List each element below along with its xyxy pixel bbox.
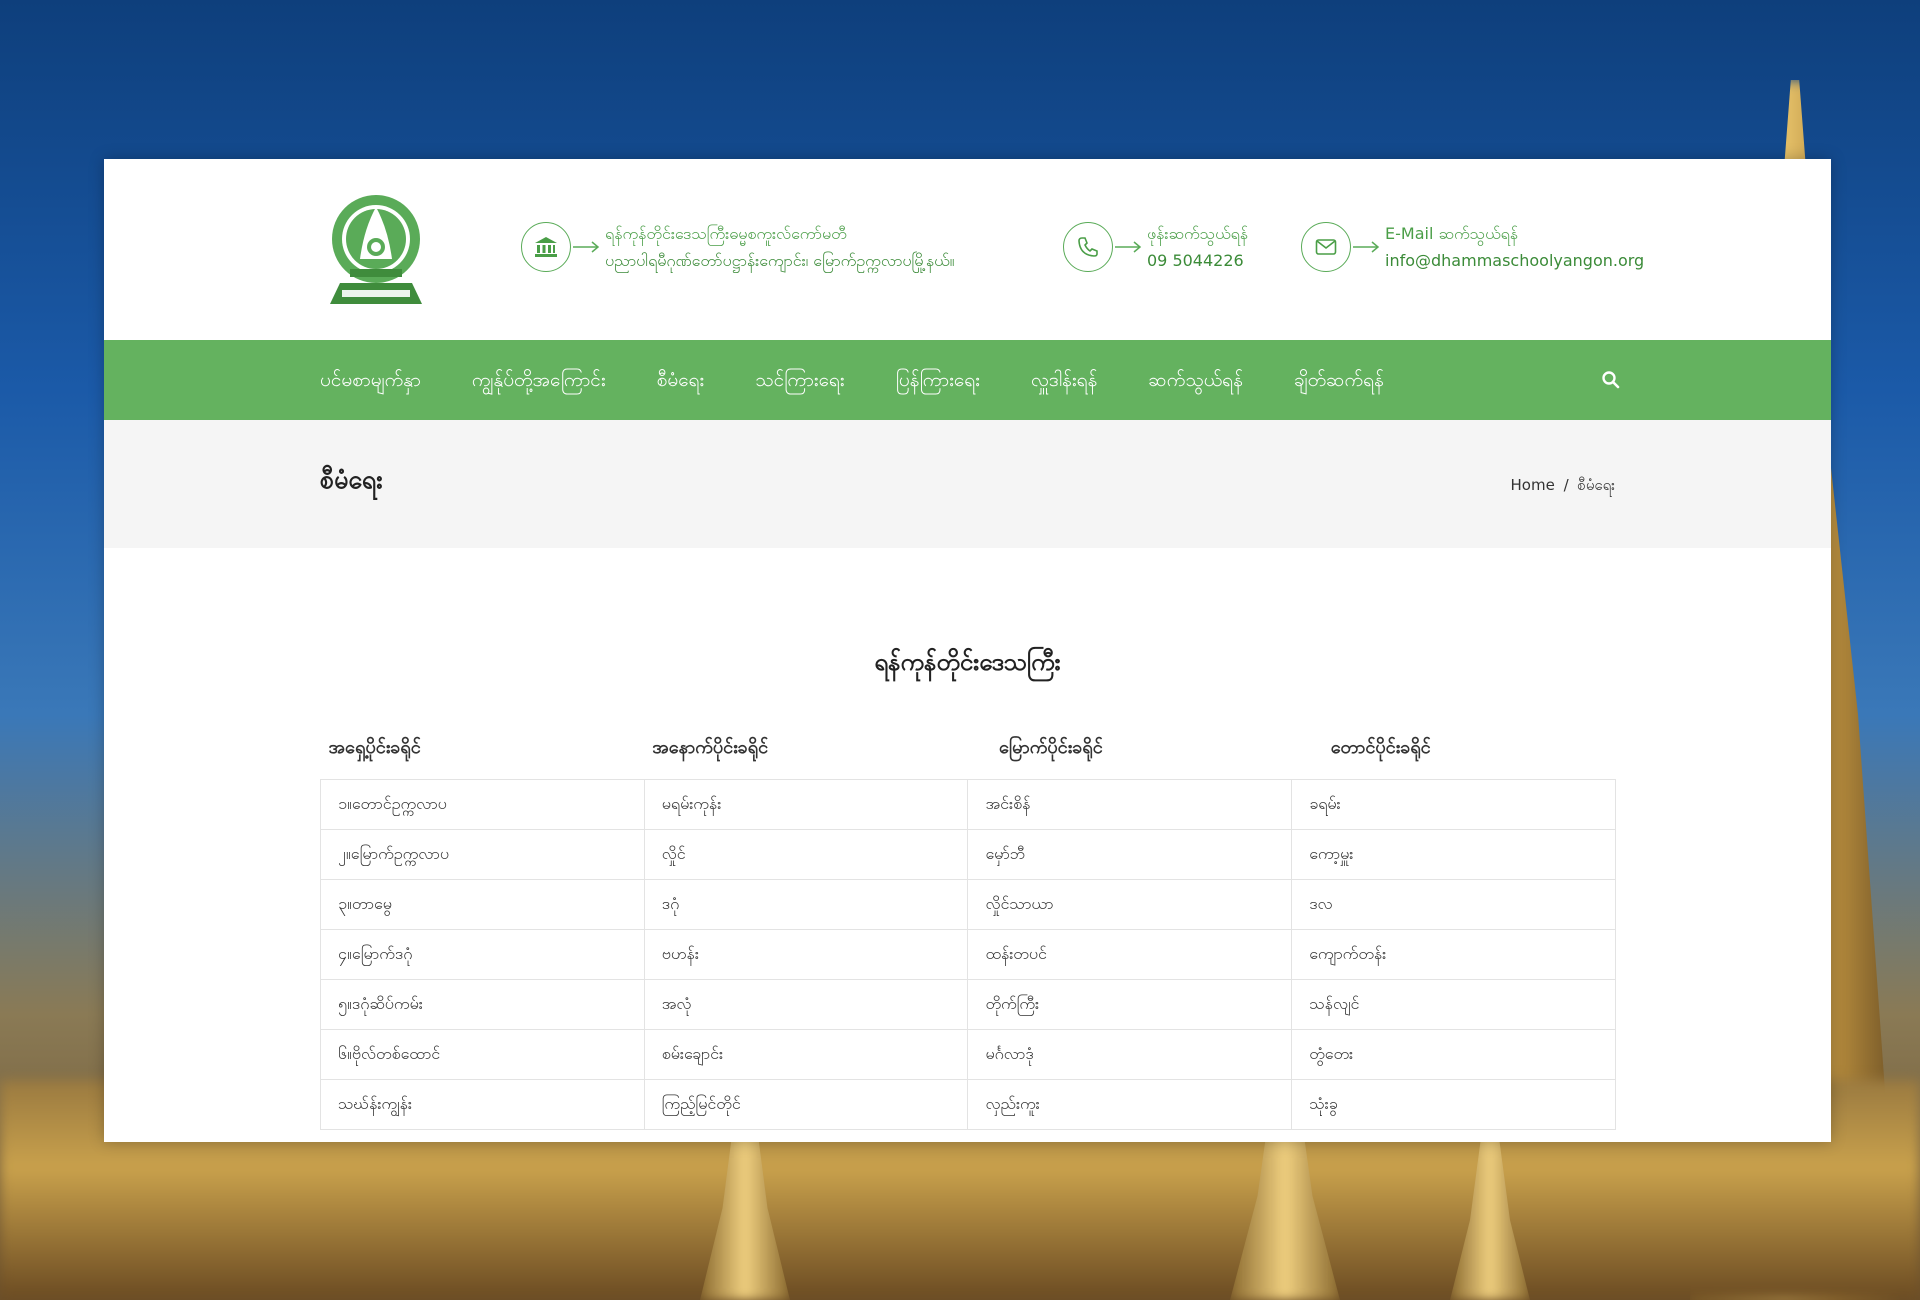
table-cell: ၃။တာမွေ bbox=[320, 879, 645, 930]
nav-item-donate[interactable]: လှူဒါန်းရန် bbox=[1031, 340, 1097, 420]
table-cell: ကျောက်တန်း bbox=[1291, 929, 1616, 980]
email-address[interactable]: info@dhammaschoolyangon.org bbox=[1385, 247, 1644, 274]
phone-block: ဖုန်းဆက်သွယ်ရန် 09 5044226 bbox=[1063, 222, 1248, 278]
arrow-right-icon bbox=[571, 222, 605, 272]
table-cell: ၄။မြောက်ဒဂုံ bbox=[320, 929, 645, 980]
breadcrumb: Home / စီမံရေး bbox=[1509, 476, 1618, 498]
table-cell: ထန်းတပင် bbox=[967, 929, 1293, 980]
phone-icon[interactable] bbox=[1063, 222, 1113, 272]
table-cell: ဒဂုံ bbox=[643, 879, 969, 930]
table-cell: ၂။မြောက်ဥက္ကလာပ bbox=[320, 829, 645, 880]
page-title-bar: စီမံရေး Home / စီမံရေး bbox=[104, 420, 1831, 548]
table-row: ၁။တောင်ဥက္ကလာပ မရမ်းကုန်း အင်းစိန် ခရမ်း bbox=[320, 779, 1616, 830]
envelope-icon[interactable] bbox=[1301, 222, 1351, 272]
table-cell: လှည်းကူး bbox=[967, 1079, 1293, 1130]
table-cell: ၆။ဗိုလ်တစ်ထောင် bbox=[320, 1029, 645, 1080]
nav-item-contact[interactable]: ဆက်သွယ်ရန် bbox=[1148, 340, 1243, 420]
phone-label: ဖုန်းဆက်သွယ်ရန် bbox=[1147, 224, 1249, 243]
table-cell: ဗဟန်း bbox=[643, 929, 969, 980]
table-cell: မှော်ဘီ bbox=[967, 829, 1293, 880]
table-cell: သုံးခွ bbox=[1291, 1079, 1616, 1130]
nav-item-management[interactable]: စီမံရေး bbox=[657, 340, 705, 420]
table-cell: သန်လျင် bbox=[1291, 979, 1616, 1030]
bank-icon bbox=[521, 222, 571, 272]
table-row: ၂။မြောက်ဥက္ကလာပ လှိုင် မှော်ဘီ ကော့မှူး bbox=[320, 829, 1616, 880]
table-cell: သဃ်န်းကျွန်း bbox=[320, 1079, 645, 1130]
table-cell: မင်္ဂလာဒုံ bbox=[967, 1029, 1293, 1080]
table-cell: ခရမ်း bbox=[1291, 779, 1616, 830]
address-block: ရန်ကုန်တိုင်းဒေသကြီးဓမ္မစကူးလ်ကော်မတီ ပည… bbox=[521, 222, 955, 278]
table-cell: တွံတေး bbox=[1291, 1029, 1616, 1080]
nav-item-teaching[interactable]: သင်ကြားရေး bbox=[755, 340, 844, 420]
column-header-east: အရှေ့ပိုင်းခရိုင် bbox=[328, 736, 421, 758]
phone-number[interactable]: 09 5044226 bbox=[1147, 247, 1248, 274]
nav-item-information[interactable]: ပြန်ကြားရေး bbox=[896, 340, 980, 420]
page-title: စီမံရေး bbox=[320, 465, 383, 494]
nav-item-links[interactable]: ချိတ်ဆက်ရန် bbox=[1294, 340, 1384, 420]
breadcrumb-current: စီမံရေး bbox=[1577, 476, 1615, 494]
table-cell: မရမ်းကုန်း bbox=[643, 779, 969, 830]
section-title: ရန်ကုန်တိုင်းဒေသကြီး bbox=[874, 648, 1061, 676]
table-cell: ကြည့်မြင်တိုင် bbox=[643, 1079, 969, 1130]
table-cell: အင်းစိန် bbox=[967, 779, 1293, 830]
address-line-1: ရန်ကုန်တိုင်းဒေသကြီးဓမ္မစကူးလ်ကော်မတီ bbox=[605, 224, 847, 243]
site-logo[interactable] bbox=[320, 189, 432, 307]
districts-table: အရှေ့ပိုင်းခရိုင် အနောက်ပိုင်းခရိုင် မြေ… bbox=[320, 729, 1616, 1130]
breadcrumb-home-link[interactable]: Home bbox=[1511, 476, 1555, 494]
column-header-west: အနောက်ပိုင်းခရိုင် bbox=[652, 736, 769, 758]
site-header: ရန်ကုန်တိုင်းဒေသကြီးဓမ္မစကူးလ်ကော်မတီ ပည… bbox=[104, 159, 1831, 340]
nav-item-about[interactable]: ကျွန်ုပ်တို့အကြောင်း bbox=[472, 340, 606, 420]
table-cell: လှိုင်သာယာ bbox=[967, 879, 1293, 930]
table-row: ၅။ဒဂုံဆိပ်ကမ်း အလုံ တိုက်ကြီး သန်လျင် bbox=[320, 979, 1616, 1030]
table-cell: အလုံ bbox=[643, 979, 969, 1030]
table-cell: တိုက်ကြီး bbox=[967, 979, 1293, 1030]
email-block: E-Mail ဆက်သွယ်ရန် info@dhammaschoolyango… bbox=[1301, 222, 1644, 278]
table-cell: စမ်းချောင်း bbox=[643, 1029, 969, 1080]
column-header-north: မြောက်ပိုင်းခရိုင် bbox=[998, 736, 1103, 758]
table-row: ၄။မြောက်ဒဂုံ ဗဟန်း ထန်းတပင် ကျောက်တန်း bbox=[320, 929, 1616, 980]
breadcrumb-separator: / bbox=[1563, 476, 1569, 494]
table-cell: ၁။တောင်ဥက္ကလာပ bbox=[320, 779, 645, 830]
table-cell: ဒလ bbox=[1291, 879, 1616, 930]
search-icon[interactable] bbox=[1601, 370, 1621, 390]
table-row: ၆။ဗိုလ်တစ်ထောင် စမ်းချောင်း မင်္ဂလာဒုံ တ… bbox=[320, 1029, 1616, 1080]
table-cell: ကော့မှူး bbox=[1291, 829, 1616, 880]
nav-item-home[interactable]: ပင်မစာမျက်နှာ bbox=[320, 340, 421, 420]
table-cell: ၅။ဒဂုံဆိပ်ကမ်း bbox=[320, 979, 645, 1030]
table-row: ၃။တာမွေ ဒဂုံ လှိုင်သာယာ ဒလ bbox=[320, 879, 1616, 930]
column-header-south: တောင်ပိုင်းခရိုင် bbox=[1330, 736, 1431, 758]
arrow-right-icon bbox=[1113, 222, 1147, 272]
page-container: ရန်ကုန်တိုင်းဒေသကြီးဓမ္မစကူးလ်ကော်မတီ ပည… bbox=[104, 159, 1831, 1142]
table-cell: လှိုင် bbox=[643, 829, 969, 880]
table-header-row: အရှေ့ပိုင်းခရိုင် အနောက်ပိုင်းခရိုင် မြေ… bbox=[321, 729, 1616, 780]
arrow-right-icon bbox=[1351, 222, 1385, 272]
address-line-2: ပညာပါရမီဂုဏ်တော်ပဋ္ဌာန်းကျောင်း၊ မြောက်ဥ… bbox=[605, 251, 955, 270]
table-row: သဃ်န်းကျွန်း ကြည့်မြင်တိုင် လှည်းကူး သုံ… bbox=[320, 1079, 1616, 1130]
email-label: E-Mail ဆက်သွယ်ရန် bbox=[1385, 224, 1519, 243]
main-navigation: ပင်မစာမျက်နှာ ကျွန်ုပ်တို့အကြောင်း စီမံရ… bbox=[104, 340, 1831, 420]
